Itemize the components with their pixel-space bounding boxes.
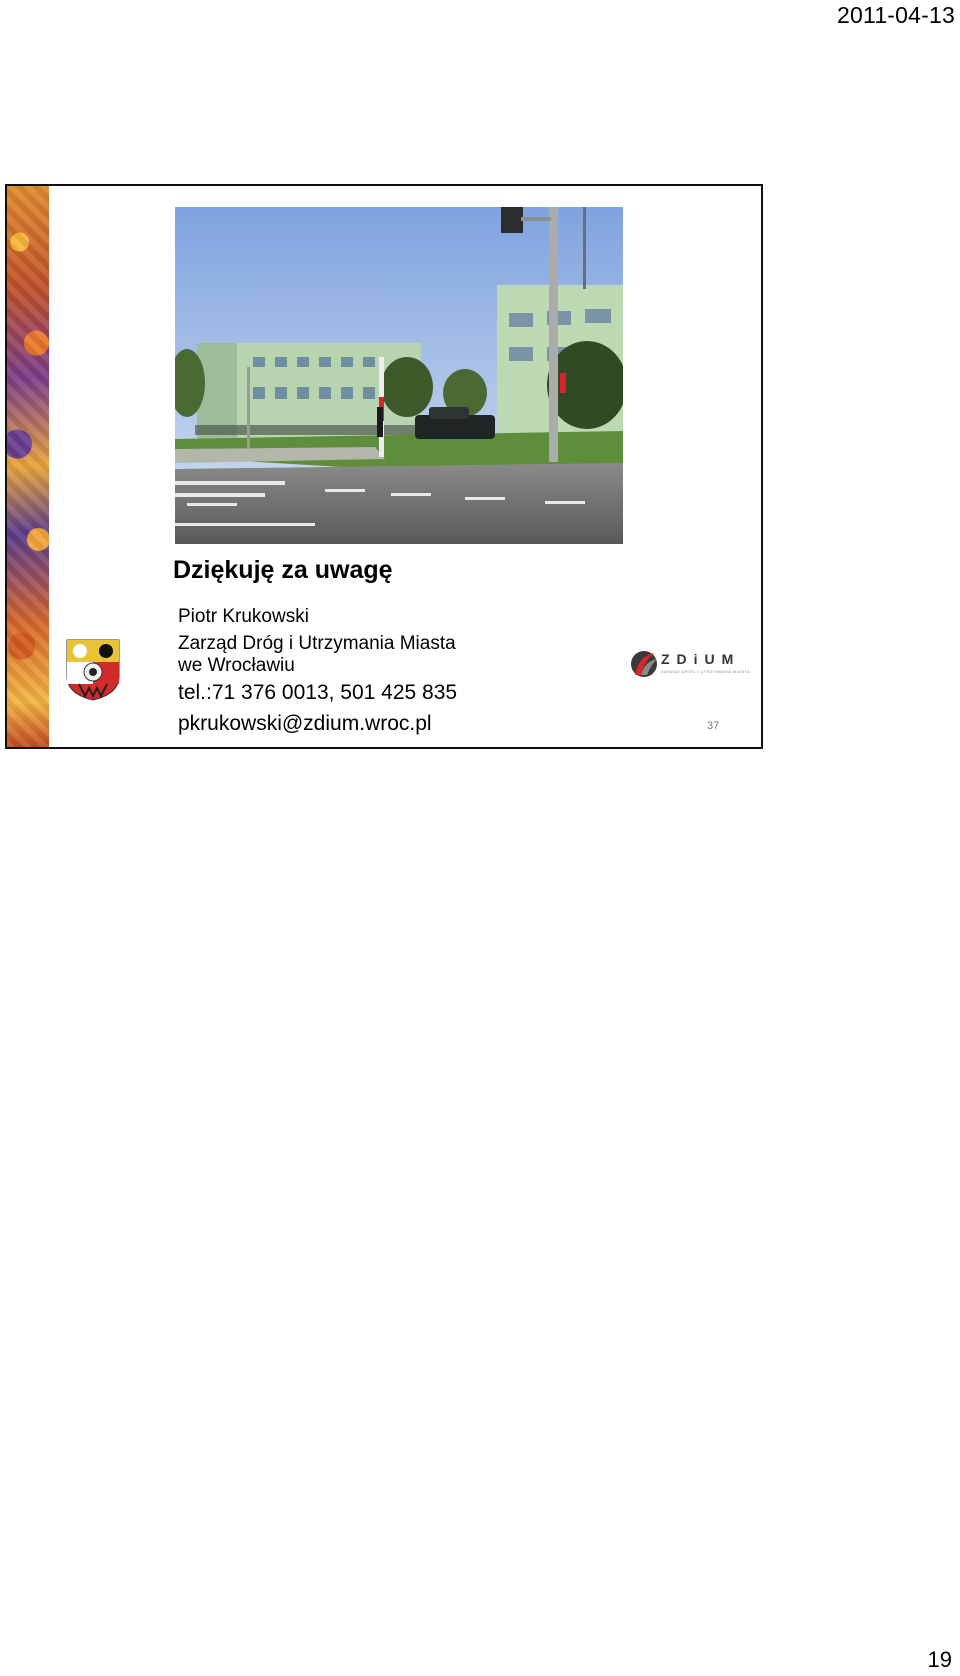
contact-phone: tel.:71 376 0013, 501 425 835 (178, 681, 458, 704)
zdium-swoosh-icon (631, 651, 657, 677)
slide: Dziękuję za uwagę Piotr Krukowski Zarząd… (5, 184, 763, 749)
page-date: 2011-04-13 (837, 2, 955, 28)
page-number: 19 (927, 1647, 952, 1672)
zdium-logo-tagline: ZARZĄD DRÓG I UTRZYMANIA MIASTA (661, 669, 751, 674)
slide-title: Dziękuję za uwagę (173, 556, 393, 584)
contact-organization: Zarząd Dróg i Utrzymania Miasta (178, 633, 456, 654)
contact-email: pkrukowski@zdium.wroc.pl (178, 712, 432, 735)
slide-number: 37 (707, 720, 720, 732)
zdium-logo: ZDiUM ZARZĄD DRÓG I UTRZYMANIA MIASTA (629, 649, 759, 681)
contact-name: Piotr Krukowski (178, 606, 309, 627)
wroclaw-coat-of-arms-icon (65, 638, 121, 702)
contact-organization-city: we Wrocławiu (178, 655, 295, 676)
decorative-side-strip (7, 186, 49, 747)
building-photo (175, 207, 623, 544)
zdium-logo-text: ZDiUM (661, 651, 741, 667)
